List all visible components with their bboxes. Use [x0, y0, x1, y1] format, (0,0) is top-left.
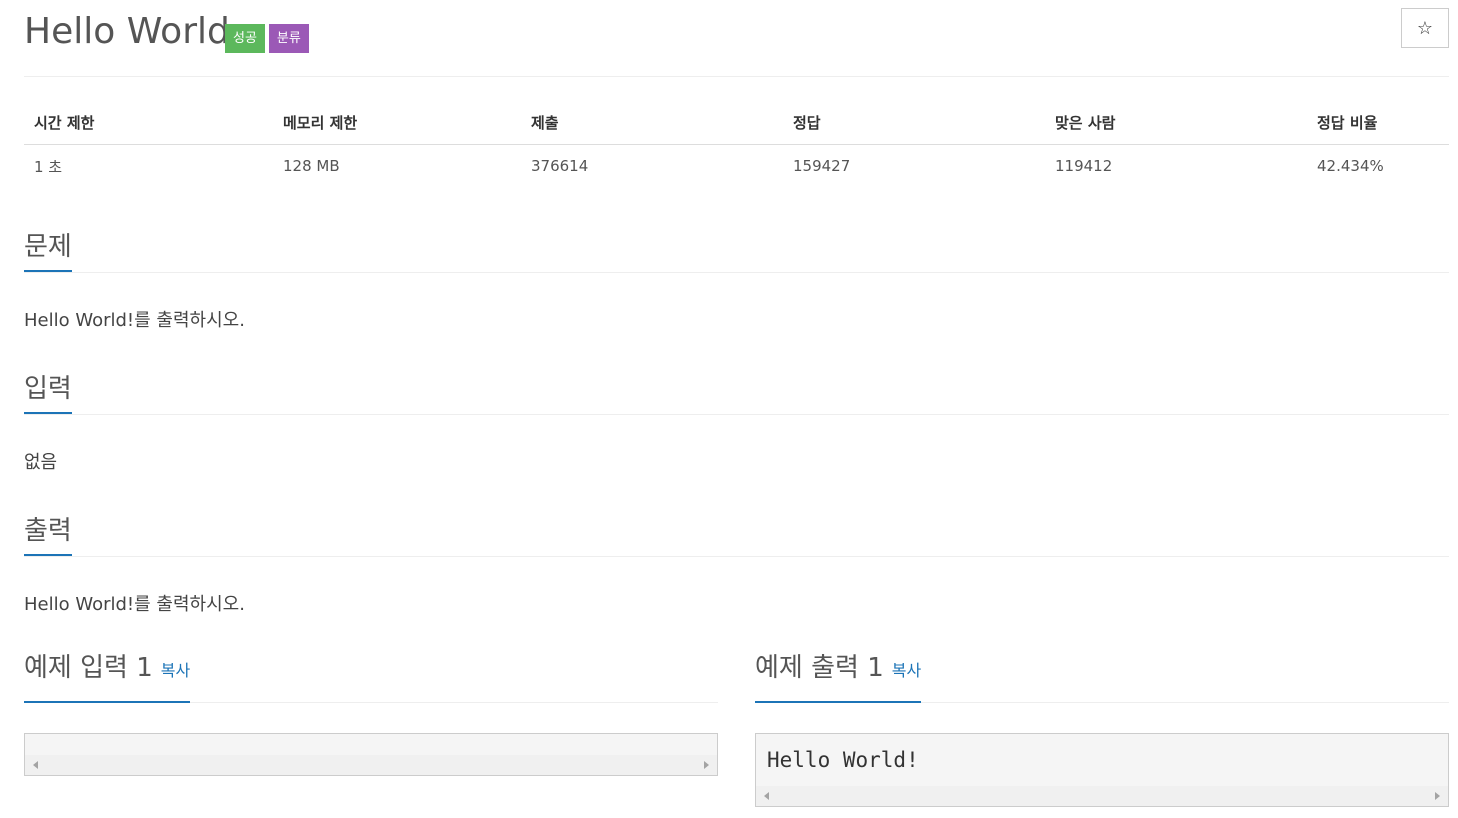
- sample-output-heading: 예제 출력 1 복사: [755, 646, 1449, 703]
- page-header: Hello World 성공 분류 ☆: [24, 0, 1449, 77]
- output-section: 출력 Hello World!를 출력하시오.: [24, 512, 1449, 615]
- sample-input-scrollbar[interactable]: [25, 755, 717, 775]
- problem-stats-table: 시간 제한 메모리 제한 제출 정답 맞은 사람 정답 비율 1 초 128 M…: [24, 100, 1449, 187]
- copy-sample-output-link[interactable]: 복사: [892, 661, 921, 680]
- favorite-button[interactable]: ☆: [1401, 8, 1449, 48]
- sample-output-box[interactable]: Hello World!: [755, 733, 1449, 807]
- page-title: Hello World: [24, 11, 230, 52]
- sample-input-title: 예제 입력 1: [24, 653, 153, 683]
- problem-title: 문제: [24, 228, 72, 272]
- accepted-header: 정답: [783, 100, 1045, 145]
- scroll-right-icon[interactable]: [1435, 792, 1440, 800]
- category-badge[interactable]: 분류: [268, 24, 309, 53]
- input-heading: 입력: [24, 370, 1449, 415]
- memory-limit-header: 메모리 제한: [273, 100, 521, 145]
- problem-page: Hello World 성공 분류 ☆ 시간 제한 메모리 제한 제출 정답 맞…: [24, 0, 1449, 807]
- scroll-left-icon[interactable]: [764, 792, 769, 800]
- sample-output-title: 예제 출력 1: [755, 653, 884, 683]
- problem-section: 문제 Hello World!를 출력하시오.: [24, 228, 1449, 331]
- input-section: 입력 없음: [24, 370, 1449, 473]
- accept-rate-value: 42.434%: [1317, 157, 1384, 175]
- solvers-header: 맞은 사람: [1045, 100, 1307, 145]
- output-heading: 출력: [24, 512, 1449, 557]
- sample-output-column: 예제 출력 1 복사 Hello World!: [755, 646, 1449, 807]
- sample-input-title-wrap: 예제 입력 1 복사: [24, 646, 191, 703]
- sample-input-box[interactable]: [24, 733, 718, 776]
- sample-input-column: 예제 입력 1 복사: [24, 646, 718, 776]
- sample-input-heading: 예제 입력 1 복사: [24, 646, 718, 703]
- copy-sample-input-link[interactable]: 복사: [161, 661, 190, 680]
- input-description: 없음: [24, 452, 58, 473]
- problem-description: Hello World!를 출력하시오.: [24, 310, 245, 331]
- sample-output-text: Hello World!: [767, 748, 919, 772]
- sample-output-title-wrap: 예제 출력 1 복사: [755, 646, 922, 703]
- success-badge[interactable]: 성공: [225, 24, 265, 53]
- accept-rate-header: 정답 비율: [1307, 100, 1449, 145]
- sample-output-scrollbar[interactable]: [756, 786, 1448, 806]
- output-title: 출력: [24, 512, 72, 556]
- scroll-right-icon[interactable]: [704, 761, 709, 769]
- time-limit-header: 시간 제한: [24, 100, 273, 145]
- badge-group: 성공 분류: [225, 24, 309, 53]
- problem-heading: 문제: [24, 228, 1449, 273]
- submissions-header: 제출: [521, 100, 783, 145]
- time-limit-value: 1 초: [34, 157, 63, 176]
- stats-value-row: 1 초 128 MB 376614 159427 119412 42.434%: [24, 145, 1449, 188]
- accepted-value: 159427: [793, 157, 851, 175]
- submissions-value[interactable]: 376614: [521, 145, 783, 188]
- memory-limit-value: 128 MB: [283, 157, 340, 175]
- solvers-value: 119412: [1055, 157, 1113, 175]
- stats-header-row: 시간 제한 메모리 제한 제출 정답 맞은 사람 정답 비율: [24, 100, 1449, 145]
- output-description: Hello World!를 출력하시오.: [24, 594, 245, 615]
- input-title: 입력: [24, 370, 72, 414]
- scroll-left-icon[interactable]: [33, 761, 38, 769]
- star-icon: ☆: [1416, 17, 1434, 39]
